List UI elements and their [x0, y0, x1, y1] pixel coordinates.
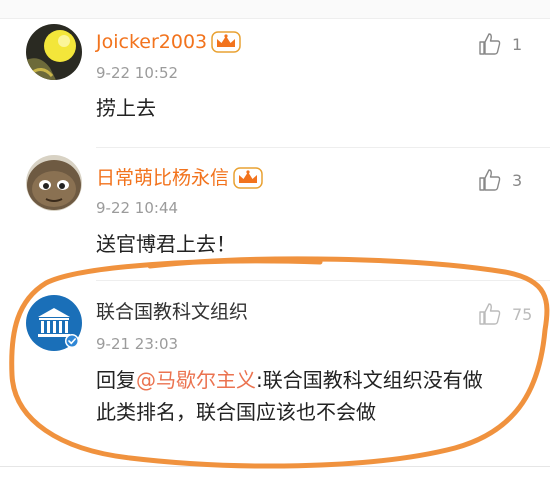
- divider: [0, 466, 550, 467]
- author-row: 日常萌比杨永信: [96, 164, 263, 192]
- like-button[interactable]: 3: [478, 166, 522, 194]
- author-name[interactable]: Joicker2003: [96, 28, 207, 56]
- divider: [96, 147, 550, 148]
- top-strip: [0, 0, 550, 19]
- divider: [96, 280, 550, 281]
- reply-prefix: 回复: [96, 368, 136, 392]
- reply-line-2: 此类排名，联合国应该也不会做: [96, 400, 376, 424]
- author-row: Joicker2003: [96, 28, 241, 56]
- reply-text: :联合国教科文组织没有做: [256, 368, 483, 392]
- comment-text: 送官博君上去！: [96, 232, 236, 256]
- comment-text: 捞上去: [96, 96, 156, 120]
- like-count: 1: [512, 34, 523, 54]
- unesco-temple-logo-icon: [26, 295, 82, 351]
- thumbs-up-icon: [479, 303, 501, 325]
- avatar[interactable]: [26, 155, 82, 211]
- avatar[interactable]: [26, 24, 82, 80]
- cartoon-face-avatar-icon: [26, 155, 82, 211]
- thumbs-up-icon: [479, 169, 501, 191]
- comment-text: 回复@马歇尔主义:联合国教科文组织没有做 此类排名，联合国应该也不会做: [96, 364, 483, 428]
- avatar[interactable]: [26, 295, 82, 351]
- vip-crown-icon: [211, 31, 241, 53]
- author-row: 联合国教科文组织: [96, 298, 248, 326]
- like-count: 75: [512, 304, 533, 324]
- timestamp: 9-22 10:52: [96, 64, 179, 82]
- reply-line-1: 回复@马歇尔主义:联合国教科文组织没有做: [96, 364, 483, 396]
- author-name[interactable]: 联合国教科文组织: [96, 298, 248, 326]
- like-button[interactable]: 1: [478, 30, 522, 58]
- like-button[interactable]: 75: [478, 300, 532, 328]
- vip-crown-icon: [233, 167, 263, 189]
- like-count: 3: [512, 170, 523, 190]
- timestamp: 9-21 23:03: [96, 335, 179, 353]
- author-name[interactable]: 日常萌比杨永信: [96, 164, 229, 192]
- thumbs-up-icon: [479, 33, 501, 55]
- timestamp: 9-22 10:44: [96, 199, 179, 217]
- yellow-ball-avatar-icon: [26, 24, 82, 80]
- mention-link[interactable]: @马歇尔主义: [136, 368, 256, 392]
